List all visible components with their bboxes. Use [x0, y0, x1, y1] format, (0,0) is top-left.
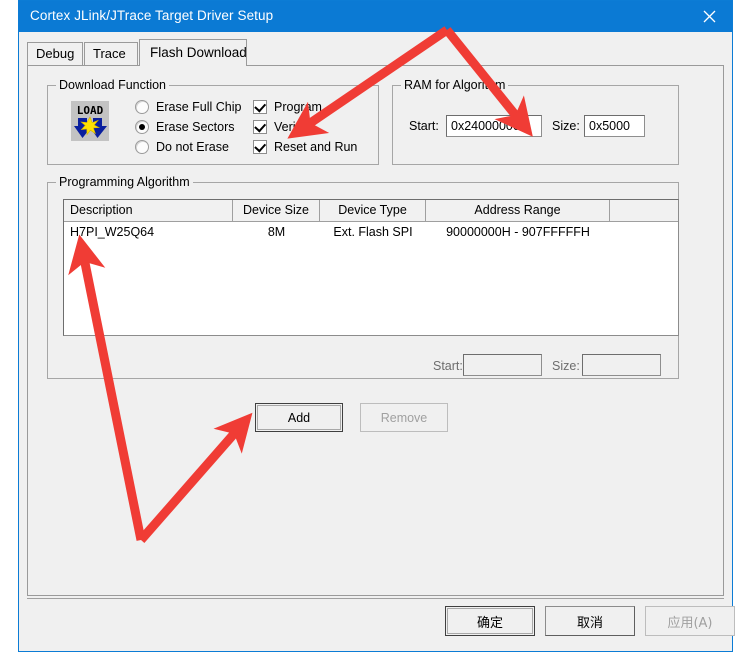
- programming-algorithm-list[interactable]: Description Device Size Device Type Addr…: [63, 199, 679, 336]
- cancel-button[interactable]: 取消: [545, 606, 635, 636]
- table-header-row: Description Device Size Device Type Addr…: [64, 200, 678, 222]
- checkbox-verify-label: Verify: [274, 120, 306, 134]
- column-header-device-type[interactable]: Device Type: [320, 200, 426, 221]
- tab-debug-label: Debug: [36, 46, 75, 61]
- cell-device-size: 8M: [267, 225, 286, 239]
- tab-trace[interactable]: Trace: [84, 42, 138, 65]
- tab-flash-download[interactable]: Flash Download: [139, 39, 247, 66]
- cell-extra: [610, 222, 678, 243]
- svg-text:LOAD: LOAD: [77, 104, 104, 117]
- checkbox-verify-indicator: [253, 120, 267, 134]
- column-header-device-size[interactable]: Device Size: [233, 200, 320, 221]
- ram-start-label: Start:: [409, 119, 439, 133]
- radio-erase-sectors-indicator: [135, 120, 149, 134]
- ok-button-label: 确定: [476, 615, 503, 631]
- cell-device-type: Ext. Flash SPI: [333, 225, 413, 239]
- ram-size-input[interactable]: 0x5000: [584, 115, 645, 137]
- algorithm-start-input[interactable]: [463, 354, 542, 376]
- cell-address-range: 90000000H - 907FFFFFH: [446, 225, 590, 239]
- radio-do-not-erase-indicator: [135, 140, 149, 154]
- checkbox-program[interactable]: Program: [253, 100, 322, 114]
- ram-for-algorithm-legend: RAM for Algorithm: [401, 78, 509, 92]
- remove-button[interactable]: Remove: [360, 403, 448, 432]
- radio-erase-full-chip-indicator: [135, 100, 149, 114]
- checkbox-program-label: Program: [274, 100, 322, 114]
- footer-separator: [27, 598, 724, 599]
- radio-do-not-erase[interactable]: Do not Erase: [135, 140, 229, 154]
- column-header-description[interactable]: Description: [64, 200, 233, 221]
- tab-flash-download-label: Flash Download: [150, 45, 247, 60]
- checkbox-reset-and-run[interactable]: Reset and Run: [253, 140, 357, 154]
- radio-erase-full-chip[interactable]: Erase Full Chip: [135, 100, 241, 114]
- checkbox-program-indicator: [253, 100, 267, 114]
- dialog-window: Cortex JLink/JTrace Target Driver Setup …: [18, 0, 735, 652]
- tab-trace-label: Trace: [93, 46, 126, 61]
- cancel-button-label: 取消: [576, 615, 603, 631]
- cell-description: H7PI_W25Q64: [70, 225, 155, 239]
- add-button-label: Add: [287, 410, 311, 425]
- window-title: Cortex JLink/JTrace Target Driver Setup: [30, 8, 274, 23]
- ram-size-label: Size:: [552, 119, 580, 133]
- radio-erase-sectors[interactable]: Erase Sectors: [135, 120, 235, 134]
- algorithm-start-label: Start:: [433, 359, 463, 373]
- add-button[interactable]: Add: [255, 403, 343, 432]
- checkbox-reset-and-run-indicator: [253, 140, 267, 154]
- ok-button[interactable]: 确定: [445, 606, 535, 636]
- column-header-extra[interactable]: [610, 200, 678, 221]
- tab-debug[interactable]: Debug: [27, 42, 83, 65]
- download-function-legend: Download Function: [56, 78, 170, 92]
- apply-button-label: 应用(A): [667, 615, 713, 631]
- checkbox-reset-and-run-label: Reset and Run: [274, 140, 358, 154]
- radio-erase-sectors-label: Erase Sectors: [156, 120, 235, 134]
- title-bar: Cortex JLink/JTrace Target Driver Setup: [19, 1, 732, 32]
- apply-button[interactable]: 应用(A): [645, 606, 735, 636]
- radio-erase-full-chip-label: Erase Full Chip: [156, 100, 242, 114]
- table-row[interactable]: H7PI_W25Q64 8M Ext. Flash SPI 90000000H …: [64, 222, 678, 243]
- algorithm-size-label: Size:: [552, 359, 580, 373]
- close-icon[interactable]: [686, 1, 732, 32]
- column-header-address-range[interactable]: Address Range: [426, 200, 610, 221]
- load-icon: LOAD: [71, 101, 109, 141]
- algorithm-size-input[interactable]: [582, 354, 661, 376]
- checkbox-verify[interactable]: Verify: [253, 120, 305, 134]
- remove-button-label: Remove: [380, 410, 428, 425]
- programming-algorithm-legend: Programming Algorithm: [56, 175, 193, 189]
- ram-start-input[interactable]: 0x24000000: [446, 115, 542, 137]
- radio-do-not-erase-label: Do not Erase: [156, 140, 229, 154]
